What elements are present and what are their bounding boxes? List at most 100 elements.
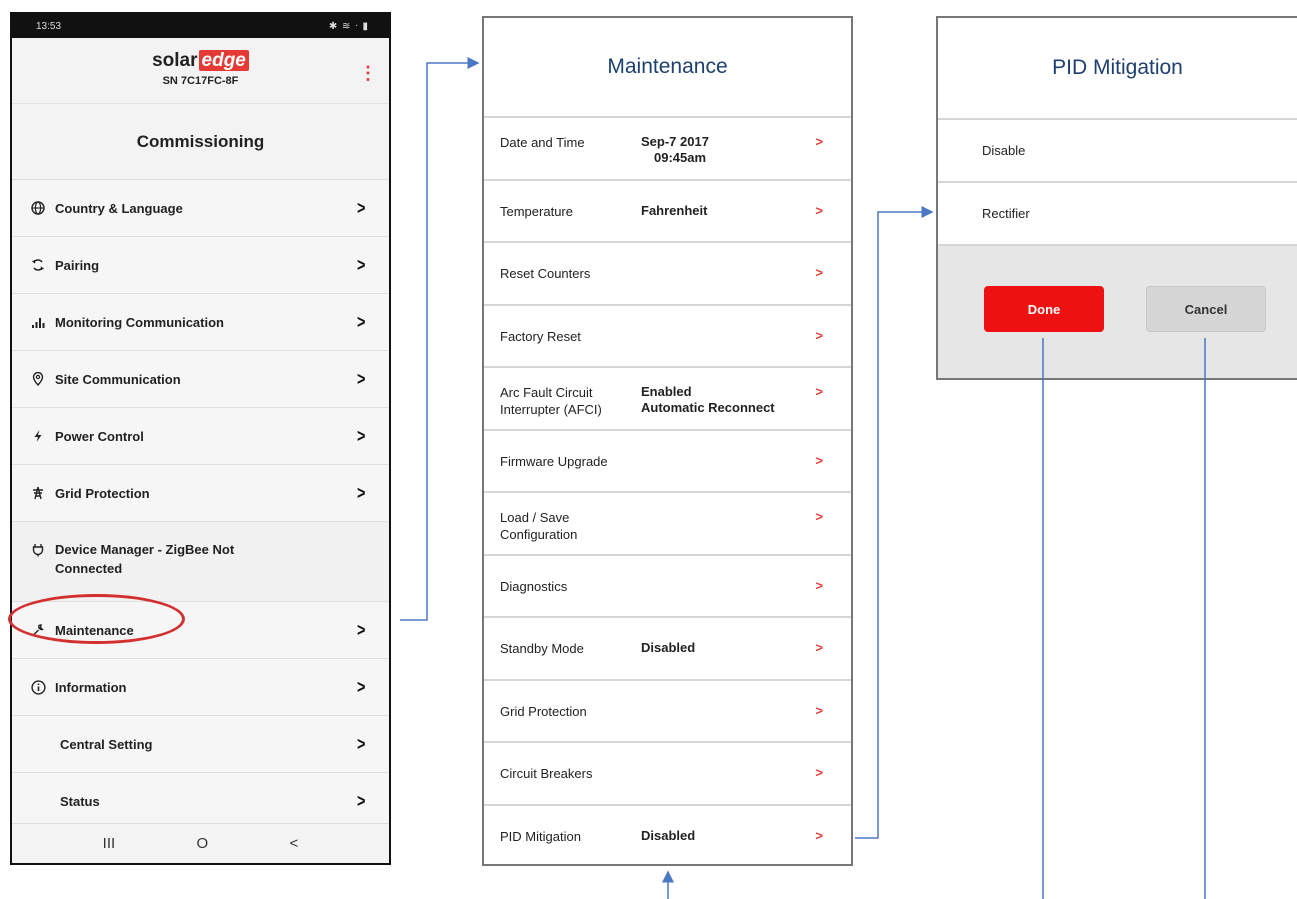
globe-icon bbox=[30, 200, 46, 216]
row-arrow-icon: > bbox=[815, 202, 823, 218]
plug-icon bbox=[30, 542, 46, 558]
info-icon bbox=[30, 679, 46, 695]
row-factory-reset[interactable]: Factory Reset > bbox=[484, 306, 851, 368]
menu-item-information[interactable]: Information > bbox=[12, 659, 389, 716]
row-arrow-icon: > bbox=[815, 577, 823, 593]
menu-item-maintenance[interactable]: Maintenance > bbox=[12, 602, 389, 659]
row-label: Arc Fault Circuit Interrupter (AFCI) bbox=[500, 384, 640, 418]
row-label: Circuit Breakers bbox=[500, 766, 593, 781]
menu-item-power-control[interactable]: Power Control > bbox=[12, 408, 389, 465]
row-arrow-icon: > bbox=[815, 327, 823, 343]
row-value: Sep-7 2017 09:45am bbox=[641, 134, 709, 166]
menu-item-label: Maintenance bbox=[55, 622, 134, 638]
connector-pid-arrow bbox=[855, 206, 934, 839]
row-label-line2: Interrupter (AFCI) bbox=[500, 402, 602, 417]
row-label: Factory Reset bbox=[500, 328, 581, 344]
row-arrow-icon: > bbox=[815, 640, 823, 655]
row-firmware-upgrade[interactable]: Firmware Upgrade > bbox=[484, 431, 851, 493]
afci-reconnect: Automatic Reconnect bbox=[641, 400, 775, 415]
afci-state: Enabled bbox=[641, 384, 692, 399]
connector-maintenance-arrow bbox=[400, 57, 480, 621]
maintenance-title: Maintenance bbox=[484, 18, 851, 118]
row-diagnostics[interactable]: Diagnostics > bbox=[484, 556, 851, 618]
option-disable[interactable]: Disable bbox=[938, 120, 1297, 183]
menu-item-label: Device Manager - ZigBee Not Connected bbox=[55, 542, 235, 576]
row-grid-protection[interactable]: Grid Protection > bbox=[484, 681, 851, 743]
chevron-right-icon: > bbox=[357, 790, 366, 811]
row-pid-mitigation[interactable]: PID Mitigation Disabled > bbox=[484, 806, 851, 865]
solaredge-logo: solar edge bbox=[12, 38, 389, 72]
recent-apps-button[interactable]: III bbox=[103, 835, 116, 852]
row-reset-counters[interactable]: Reset Counters > bbox=[484, 243, 851, 306]
done-button[interactable]: Done bbox=[984, 286, 1104, 332]
row-date-and-time[interactable]: Date and Time Sep-7 2017 09:45am > bbox=[484, 118, 851, 181]
menu-item-pairing[interactable]: Pairing > bbox=[12, 237, 389, 294]
page-title: Commissioning bbox=[12, 104, 389, 180]
row-value: Fahrenheit bbox=[641, 202, 708, 218]
row-label: Temperature bbox=[500, 203, 573, 219]
date-value: Sep-7 2017 bbox=[641, 134, 709, 149]
row-label: Firmware Upgrade bbox=[500, 453, 608, 469]
row-label: Date and Time bbox=[500, 135, 585, 150]
menu-item-label: Central Setting bbox=[60, 736, 153, 752]
logo-solar-text: solar bbox=[152, 50, 198, 71]
chevron-right-icon: > bbox=[357, 733, 366, 754]
chevron-right-icon: > bbox=[357, 311, 366, 332]
lightning-icon bbox=[30, 428, 46, 444]
cancel-button[interactable]: Cancel bbox=[1146, 286, 1266, 332]
row-temperature[interactable]: Temperature Fahrenheit > bbox=[484, 181, 851, 243]
time-value: 09:45am bbox=[654, 150, 707, 165]
menu-item-grid-protection[interactable]: Grid Protection > bbox=[12, 465, 389, 522]
menu-item-central-setting[interactable]: Central Setting > bbox=[12, 716, 389, 773]
row-load-save-configuration[interactable]: Load / Save Configuration > bbox=[484, 493, 851, 556]
status-icons: ✱ ≋ ᐧ ▮ bbox=[328, 20, 369, 32]
menu-item-label: Power Control bbox=[55, 428, 144, 444]
menu-item-label: Site Communication bbox=[55, 371, 181, 387]
sync-icon bbox=[30, 257, 46, 273]
status-time: 13:53 bbox=[36, 20, 62, 32]
row-arrow-icon: > bbox=[815, 765, 823, 780]
pid-mitigation-screen: PID Mitigation Disable Rectifier Done Ca… bbox=[936, 16, 1297, 380]
row-label: PID Mitigation bbox=[500, 828, 581, 844]
wrench-icon bbox=[30, 622, 46, 638]
chevron-right-icon: > bbox=[357, 482, 366, 503]
menu-item-site-communication[interactable]: Site Communication > bbox=[12, 351, 389, 408]
logo-edge-text: edge bbox=[198, 50, 249, 71]
menu-item-label: Country & Language bbox=[55, 200, 183, 216]
row-label-line1: Arc Fault Circuit bbox=[500, 385, 593, 400]
menu-item-label: Information bbox=[55, 679, 127, 695]
chevron-right-icon: > bbox=[357, 425, 366, 446]
menu-item-label: Pairing bbox=[55, 257, 100, 273]
menu-item-status[interactable]: Status > bbox=[12, 773, 389, 830]
menu-item-country-language[interactable]: Country & Language > bbox=[12, 180, 389, 237]
row-label: Diagnostics bbox=[500, 578, 568, 594]
row-standby-mode[interactable]: Standby Mode Disabled > bbox=[484, 618, 851, 681]
row-arrow-icon: > bbox=[815, 827, 823, 843]
row-arrow-icon: > bbox=[815, 702, 823, 718]
option-rectifier[interactable]: Rectifier bbox=[938, 183, 1297, 246]
row-afci[interactable]: Arc Fault Circuit Interrupter (AFCI) Ena… bbox=[484, 368, 851, 431]
row-value: Disabled bbox=[641, 640, 696, 655]
menu-item-monitoring-communication[interactable]: Monitoring Communication > bbox=[12, 294, 389, 351]
row-label: Reset Counters bbox=[500, 266, 591, 281]
menu-item-label: Status bbox=[60, 793, 100, 809]
menu-item-label: Monitoring Communication bbox=[55, 314, 224, 330]
row-label: Standby Mode bbox=[500, 641, 584, 656]
serial-number: SN 7C17FC-8F bbox=[162, 75, 239, 87]
menu-item-device-manager[interactable]: Device Manager - ZigBee Not Connected bbox=[12, 522, 389, 602]
row-arrow-icon: > bbox=[815, 265, 823, 280]
back-button[interactable]: < bbox=[290, 835, 299, 852]
chevron-right-icon: > bbox=[357, 254, 366, 275]
row-label: Grid Protection bbox=[500, 703, 587, 719]
row-circuit-breakers[interactable]: Circuit Breakers > bbox=[484, 743, 851, 806]
home-button[interactable]: O bbox=[197, 835, 209, 852]
pid-mitigation-title: PID Mitigation bbox=[938, 18, 1297, 120]
overflow-menu-icon[interactable]: ⋮ bbox=[359, 64, 377, 82]
chevron-right-icon: > bbox=[357, 676, 366, 697]
row-label: Load / Save Configuration bbox=[500, 509, 640, 543]
commissioning-menu: Country & Language > Pairing > Monitorin… bbox=[12, 180, 389, 830]
android-nav-bar: III O < bbox=[12, 823, 389, 863]
location-pin-icon bbox=[30, 371, 46, 387]
row-arrow-icon: > bbox=[815, 384, 823, 399]
pid-actions: Done Cancel bbox=[938, 246, 1297, 378]
